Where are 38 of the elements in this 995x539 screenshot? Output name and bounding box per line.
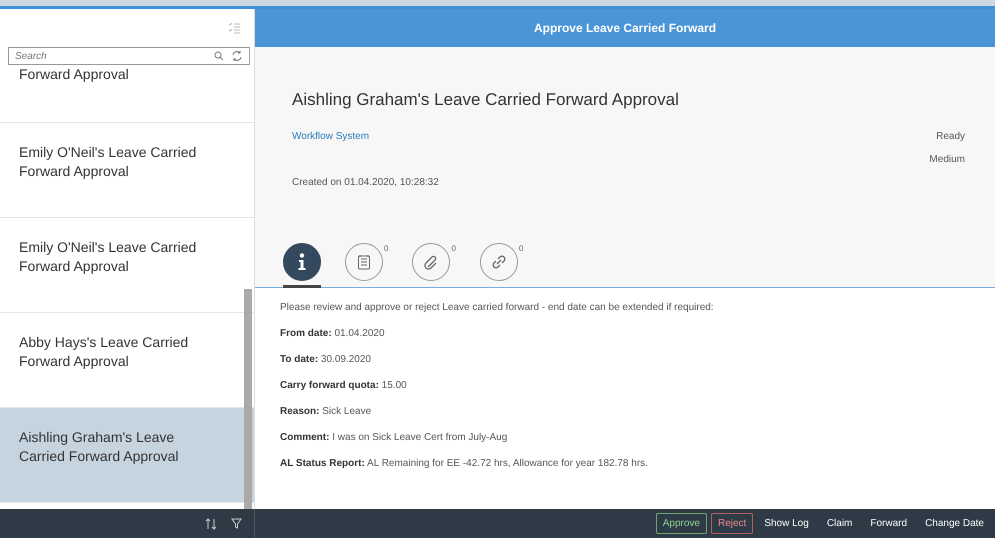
priority-text: Medium [929,152,965,166]
field-text: To date: 30.09.2020 [280,353,372,367]
list-item[interactable]: Emily O'Neil's Leave Carried Forward Approval [0,123,254,218]
creator-link[interactable]: Workflow System [292,128,370,144]
link-icon [480,243,518,281]
filter-icon[interactable] [231,518,242,529]
page-title: Approve Leave Carried Forward [255,9,995,47]
action-button[interactable]: Show Log [757,513,816,534]
list-item[interactable]: Forward Approval [0,65,254,123]
tab[interactable] [283,243,321,288]
field-text: AL Status Report: AL Remaining for EE -42.72 hrs, Allowance for year 182.78 hrs. [280,457,649,471]
field-text: Carry forward quota: 15.00 [280,379,408,393]
tab-count: 0 [451,243,456,255]
approve-button[interactable]: Approve [656,513,707,534]
reject-button[interactable]: Reject [710,513,754,534]
tab-count: 0 [384,243,388,255]
tab[interactable]: 0 [480,243,524,288]
paperclip-icon [412,243,450,281]
tab[interactable]: 0 [345,243,388,288]
field-text: Comment: I was on Sick Leave Cert from July-Aug [280,431,508,445]
task-title: Aishling Graham's Leave Carried Forward Approval [292,89,680,111]
field-text: Reason: Sick Leave [280,405,372,419]
created-date: Created on 01.04.2020, 10:28:32 [292,176,439,190]
tab-count: 0 [518,243,524,255]
tab[interactable]: 0 [412,243,456,288]
notes-icon [345,243,383,281]
action-button[interactable]: Forward [863,513,914,534]
search-icon[interactable] [214,51,224,61]
refresh-icon[interactable] [231,50,243,62]
description-text: Please review and approve or reject Leave carried forward - end date can be extended if required: [280,301,715,315]
action-button[interactable]: Claim [820,513,860,534]
action-button[interactable]: Change Date [918,513,991,534]
field-text: From date: 01.04.2020 [280,327,386,341]
list-item[interactable]: Aishling Graham's Leave Carried Forward Approval [0,408,254,503]
status-text: Ready [936,130,965,144]
search-field[interactable]: Search [8,47,250,65]
sort-icon[interactable] [205,518,217,530]
scrollbar[interactable] [244,289,252,509]
